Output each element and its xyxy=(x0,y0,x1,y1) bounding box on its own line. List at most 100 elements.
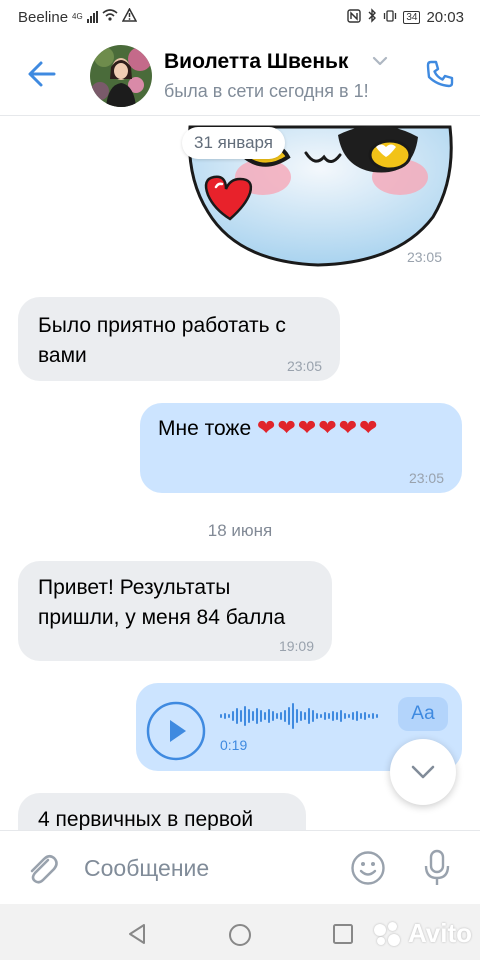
waveform-bar xyxy=(292,703,294,729)
circle-home-icon xyxy=(229,924,251,946)
status-right: 34 20:03 xyxy=(347,8,464,27)
bluetooth-icon xyxy=(367,8,377,27)
nfc-icon xyxy=(347,8,362,27)
message-text: Мне тоже xyxy=(158,417,252,440)
vibrate-icon xyxy=(383,9,397,27)
waveform-bar xyxy=(324,712,326,720)
attach-button[interactable] xyxy=(22,848,62,888)
transcribe-button[interactable]: Аа xyxy=(398,697,448,731)
paperclip-icon xyxy=(30,854,58,884)
chat-header: Виолетта Швеньк была в сети сегодня в 1! xyxy=(0,34,480,116)
waveform-bar xyxy=(288,707,290,725)
microphone-icon xyxy=(424,849,450,885)
waveform-bar xyxy=(344,713,346,719)
warning-icon xyxy=(121,7,137,26)
waveform-bar xyxy=(252,711,254,721)
watermark-text: Avito xyxy=(408,918,473,948)
arrow-left-icon xyxy=(28,61,56,87)
waveform-bar xyxy=(316,713,318,719)
waveform-bar xyxy=(352,712,354,720)
message-list[interactable]: 23:05 31 января Было приятно работать с … xyxy=(0,117,480,830)
waveform-bar xyxy=(248,709,250,723)
square-recent-icon xyxy=(333,924,353,944)
message-input[interactable] xyxy=(84,851,324,885)
battery-icon: 34 xyxy=(403,11,421,24)
voice-waveform[interactable] xyxy=(218,701,383,731)
waveform-bar xyxy=(376,714,378,718)
waveform-bar xyxy=(228,714,230,718)
waveform-bar xyxy=(340,710,342,722)
carrier-name: Beeline xyxy=(18,8,69,26)
chevron-down-icon[interactable] xyxy=(370,54,390,68)
waveform-bar xyxy=(272,711,274,721)
waveform-bar xyxy=(260,710,262,722)
status-bar: Beeline 4G 34 20:03 xyxy=(0,0,480,34)
date-divider: 18 июня xyxy=(207,521,273,540)
date-badge: 31 января xyxy=(182,127,285,159)
message-time: 23:05 xyxy=(408,470,444,486)
avatar[interactable] xyxy=(90,45,152,107)
message-text: Привет! Результаты пришли, у меня 84 бал… xyxy=(38,576,286,629)
message-time: 23:05 xyxy=(406,249,442,265)
waveform-bar xyxy=(368,714,370,718)
incoming-message[interactable]: 4 первичных в первой xyxy=(18,793,306,830)
back-button[interactable] xyxy=(22,54,62,94)
voice-duration: 0:19 xyxy=(220,737,248,753)
smiley-icon xyxy=(351,851,385,885)
network-type: 4G xyxy=(72,12,83,21)
status-left: Beeline 4G xyxy=(18,7,137,26)
waveform-bar xyxy=(296,709,298,723)
waveform-bar xyxy=(232,711,234,721)
waveform-bar xyxy=(304,712,306,720)
microphone-button[interactable] xyxy=(422,848,452,888)
waveform-bar xyxy=(328,713,330,719)
waveform-bar xyxy=(280,712,282,720)
waveform-bar xyxy=(220,714,222,718)
waveform-bar xyxy=(308,708,310,724)
message-text: Было приятно работать с вами xyxy=(38,314,286,367)
scroll-down-button[interactable] xyxy=(390,739,456,805)
system-navigation-bar: Avito xyxy=(0,904,480,960)
waveform-bar xyxy=(268,709,270,723)
heart-emoji-icon: ❤❤❤❤❤❤ xyxy=(257,415,380,440)
chevron-down-icon xyxy=(411,765,435,779)
triangle-back-icon xyxy=(129,924,145,944)
waveform-bar xyxy=(276,713,278,719)
clock: 20:03 xyxy=(426,9,464,26)
waveform-bar xyxy=(256,708,258,724)
waveform-bar xyxy=(364,712,366,720)
waveform-bar xyxy=(356,711,358,721)
waveform-bar xyxy=(332,711,334,721)
waveform-bar xyxy=(320,714,322,718)
call-button[interactable] xyxy=(420,54,460,94)
waveform-bar xyxy=(284,710,286,722)
waveform-bar xyxy=(348,714,350,718)
contact-name[interactable]: Виолетта Швеньк xyxy=(164,50,369,74)
emoji-button[interactable] xyxy=(350,850,386,886)
incoming-message[interactable]: Было приятно работать с вами 23:05 xyxy=(18,297,340,381)
avito-logo-icon xyxy=(374,921,402,946)
nav-home-button[interactable] xyxy=(228,923,252,947)
waveform-bar xyxy=(360,713,362,719)
play-button[interactable] xyxy=(146,701,206,761)
nav-back-button[interactable] xyxy=(126,922,148,946)
message-time: 23:05 xyxy=(286,358,322,374)
waveform-bar xyxy=(312,710,314,722)
incoming-message[interactable]: Привет! Результаты пришли, у меня 84 бал… xyxy=(18,561,332,661)
nav-recent-button[interactable] xyxy=(332,923,354,945)
waveform-bar xyxy=(236,708,238,724)
signal-icon xyxy=(86,11,98,23)
message-time: 19:09 xyxy=(278,638,314,654)
message-text: 4 первичных в первой xyxy=(38,808,254,830)
waveform-bar xyxy=(244,706,246,726)
outgoing-message[interactable]: Мне тоже ❤❤❤❤❤❤ 23:05 xyxy=(140,403,462,493)
waveform-bar xyxy=(372,713,374,719)
waveform-bar xyxy=(240,710,242,722)
waveform-bar xyxy=(300,711,302,721)
phone-icon xyxy=(426,60,454,88)
message-composer xyxy=(0,830,480,904)
waveform-bar xyxy=(224,713,226,719)
play-icon xyxy=(146,701,206,761)
waveform-bar xyxy=(336,712,338,720)
wifi-icon xyxy=(102,8,118,26)
